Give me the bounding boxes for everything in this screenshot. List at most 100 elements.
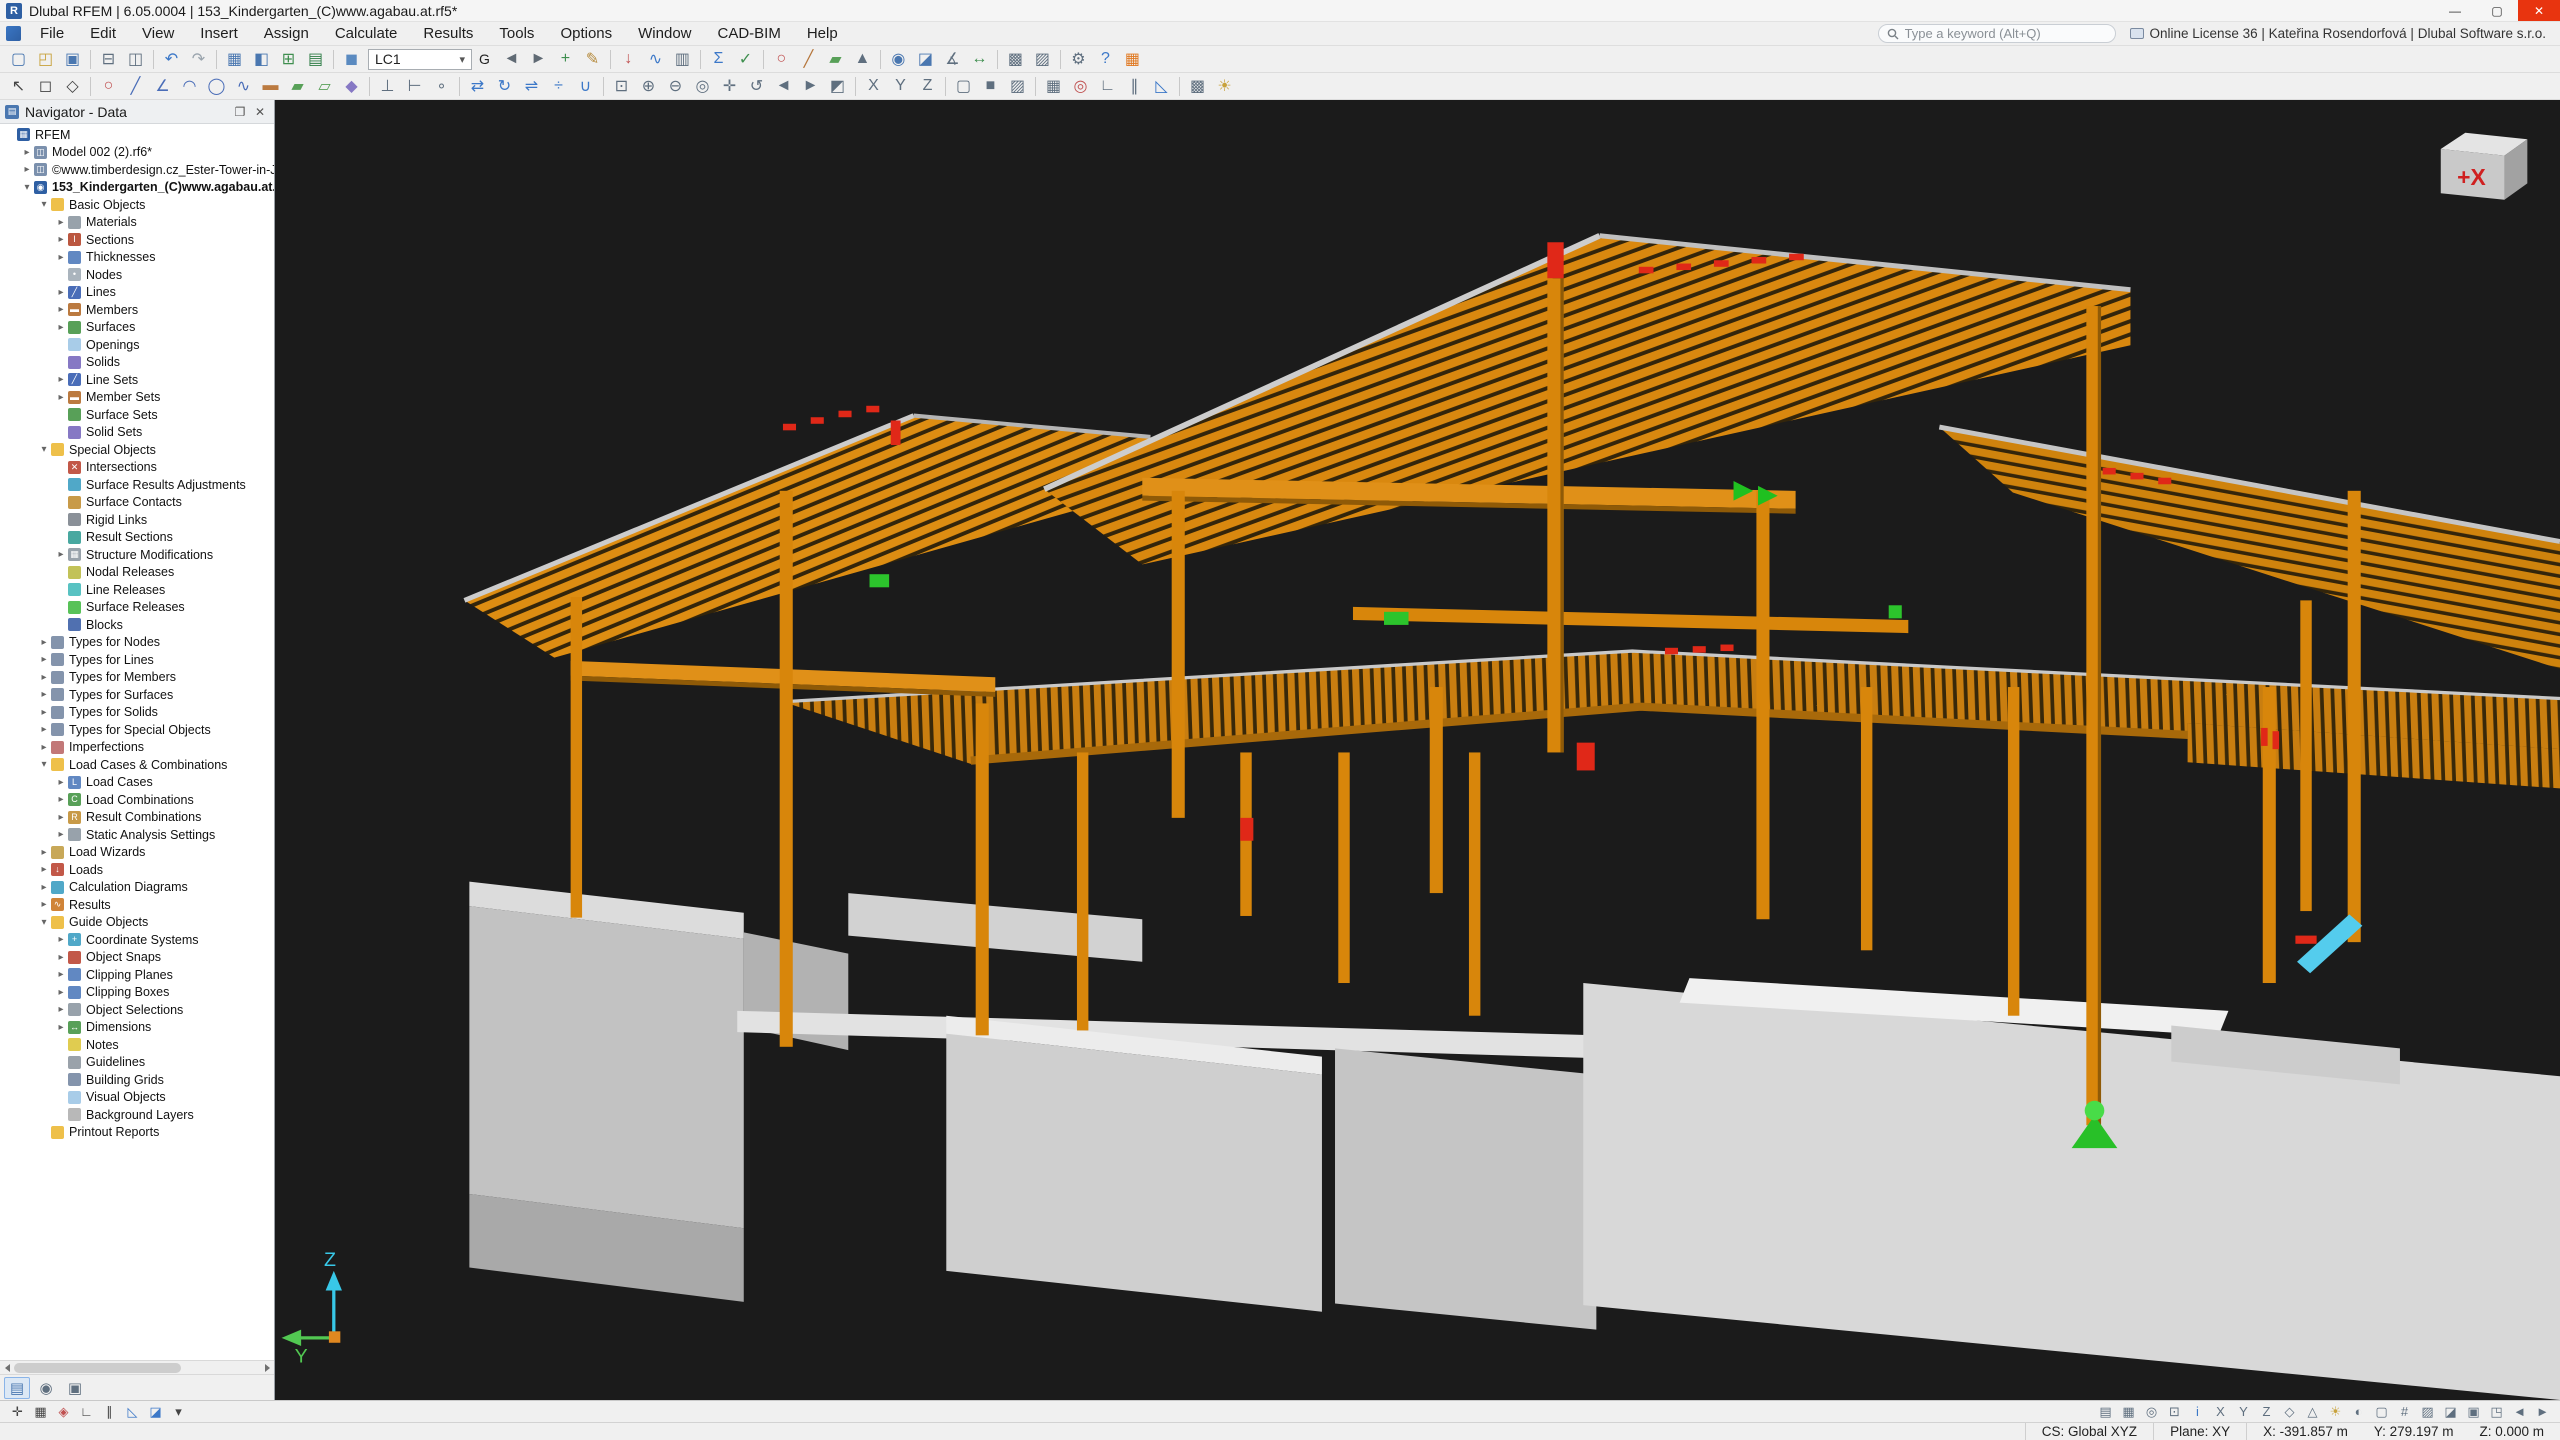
help-button[interactable]: ? bbox=[1092, 47, 1119, 71]
numbering-button[interactable]: # bbox=[2393, 1402, 2416, 1422]
tree-expand-arrow-icon[interactable]: ▸ bbox=[37, 742, 51, 753]
tree-item-solids[interactable]: Solids bbox=[0, 354, 274, 372]
draw-solid-button[interactable]: ◆ bbox=[338, 74, 365, 98]
tree-item-www-timberdesign-cz-ester-tower-in-jeru[interactable]: ▸◫ ©www.timberdesign.cz_Ester-Tower-in-Je… bbox=[0, 161, 274, 179]
tree-expand-arrow-icon[interactable]: ▸ bbox=[37, 707, 51, 718]
menu-options[interactable]: Options bbox=[547, 22, 625, 45]
next-view-button[interactable]: ► bbox=[797, 74, 824, 98]
tree-item-coordinate-systems[interactable]: ▸ + Coordinate Systems bbox=[0, 931, 274, 949]
tree-expand-arrow-icon[interactable]: ▸ bbox=[54, 934, 68, 945]
draw-node-button[interactable]: ○ bbox=[95, 74, 122, 98]
select-special-button[interactable]: ◇ bbox=[59, 74, 86, 98]
tree-item-notes[interactable]: Notes bbox=[0, 1036, 274, 1054]
menu-results[interactable]: Results bbox=[410, 22, 486, 45]
isometric-button[interactable]: ◇ bbox=[2278, 1402, 2301, 1422]
tree-item-types-for-nodes[interactable]: ▸ Types for Nodes bbox=[0, 634, 274, 652]
mirror-button[interactable]: ⇌ bbox=[518, 74, 545, 98]
zoom-out-button[interactable]: ⊖ bbox=[662, 74, 689, 98]
tree-item-surface-releases[interactable]: Surface Releases bbox=[0, 599, 274, 617]
tree-collapse-arrow-icon[interactable]: ▾ bbox=[37, 759, 51, 770]
move-handle-icon[interactable]: ✛ bbox=[6, 1402, 29, 1422]
result-table-button[interactable]: ▥ bbox=[669, 47, 696, 71]
save-model-button[interactable]: ▣ bbox=[59, 47, 86, 71]
tree-item-visual-objects[interactable]: Visual Objects bbox=[0, 1089, 274, 1107]
redo-button[interactable]: ↷ bbox=[185, 47, 212, 71]
isometric-view-button[interactable]: ◩ bbox=[824, 74, 851, 98]
tree-expand-arrow-icon[interactable]: ▸ bbox=[37, 724, 51, 735]
clip-box-button[interactable]: ◪ bbox=[2439, 1402, 2462, 1422]
mesh-button[interactable]: ▩ bbox=[1002, 47, 1029, 71]
tree-expand-arrow-icon[interactable]: ▸ bbox=[20, 164, 34, 175]
clipping-button[interactable]: ◪ bbox=[912, 47, 939, 71]
tree-item-guide-objects[interactable]: ▾ Guide Objects bbox=[0, 914, 274, 932]
tree-expand-arrow-icon[interactable]: ▸ bbox=[54, 217, 68, 228]
tree-item-member-sets[interactable]: ▸ ▬ Member Sets bbox=[0, 389, 274, 407]
tree-item-load-wizards[interactable]: ▸ Load Wizards bbox=[0, 844, 274, 862]
insert-support-button[interactable]: ▲ bbox=[849, 47, 876, 71]
dimension-button[interactable]: ↔ bbox=[966, 47, 993, 71]
transparent-display-button[interactable]: ▨ bbox=[1004, 74, 1031, 98]
view-y-button[interactable]: Y bbox=[2232, 1402, 2255, 1422]
draw-line-button[interactable]: ╱ bbox=[122, 74, 149, 98]
maximize-button[interactable]: ▢ bbox=[2476, 0, 2518, 21]
draw-spline-button[interactable]: ∿ bbox=[230, 74, 257, 98]
transparency-button[interactable]: ▨ bbox=[2416, 1402, 2439, 1422]
rfem-menu-icon[interactable] bbox=[6, 26, 21, 41]
tree-expand-arrow-icon[interactable]: ▸ bbox=[54, 952, 68, 963]
navigator-tab-data[interactable]: ▤ bbox=[4, 1376, 30, 1399]
draw-polyline-button[interactable]: ∠ bbox=[149, 74, 176, 98]
tree-item-lines[interactable]: ▸ ╱ Lines bbox=[0, 284, 274, 302]
connect-members-button[interactable]: ∪ bbox=[572, 74, 599, 98]
tree-expand-arrow-icon[interactable]: ▸ bbox=[37, 864, 51, 875]
menu-file[interactable]: File bbox=[27, 22, 77, 45]
search-box[interactable] bbox=[1877, 24, 2116, 43]
new-load-case-button[interactable]: + bbox=[552, 47, 579, 71]
shadow-button[interactable]: ◐ bbox=[2347, 1402, 2370, 1422]
tree-expand-arrow-icon[interactable]: ▸ bbox=[37, 689, 51, 700]
previous-button[interactable]: ◄ bbox=[2508, 1402, 2531, 1422]
scrollbar-thumb[interactable] bbox=[14, 1363, 182, 1373]
dlubal-addons-button[interactable]: ▦ bbox=[1119, 47, 1146, 71]
table-input-button[interactable]: ⊞ bbox=[275, 47, 302, 71]
tree-expand-arrow-icon[interactable]: ▸ bbox=[54, 794, 68, 805]
minimize-button[interactable]: — bbox=[2434, 0, 2476, 21]
screenshot-button[interactable]: ▣ bbox=[2462, 1402, 2485, 1422]
draw-arc-button[interactable]: ◠ bbox=[176, 74, 203, 98]
settings-button[interactable]: ⚙ bbox=[1065, 47, 1092, 71]
edit-load-cases-button[interactable]: ✎ bbox=[579, 47, 606, 71]
navigator-hscrollbar[interactable] bbox=[0, 1360, 274, 1374]
member-hinge-button[interactable]: ∘ bbox=[428, 74, 455, 98]
rotate-view-button[interactable]: ↺ bbox=[743, 74, 770, 98]
tree-expand-arrow-icon[interactable]: ▸ bbox=[54, 549, 68, 560]
tree-expand-arrow-icon[interactable]: ▸ bbox=[37, 882, 51, 893]
tree-expand-arrow-icon[interactable]: ▸ bbox=[20, 147, 34, 158]
snap-toggle-button[interactable]: ◎ bbox=[1067, 74, 1094, 98]
tree-expand-arrow-icon[interactable]: ▸ bbox=[37, 637, 51, 648]
tree-item-background-layers[interactable]: Background Layers bbox=[0, 1106, 274, 1124]
tree-item-building-grids[interactable]: Building Grids bbox=[0, 1071, 274, 1089]
object-info-button[interactable]: i bbox=[2186, 1402, 2209, 1422]
mini-tables-button[interactable]: ▦ bbox=[2117, 1402, 2140, 1422]
tree-collapse-arrow-icon[interactable]: ▾ bbox=[37, 444, 51, 455]
snap-options-dropdown[interactable]: ▾ bbox=[167, 1402, 190, 1422]
tree-item-rfem[interactable]: ▦ RFEM bbox=[0, 126, 274, 144]
measure-button[interactable]: ∡ bbox=[939, 47, 966, 71]
tree-expand-arrow-icon[interactable]: ▸ bbox=[54, 777, 68, 788]
tree-item-line-releases[interactable]: Line Releases bbox=[0, 581, 274, 599]
draw-circle-button[interactable]: ◯ bbox=[203, 74, 230, 98]
tree-item-types-for-special-objects[interactable]: ▸ Types for Special Objects bbox=[0, 721, 274, 739]
rotate-button[interactable]: ↻ bbox=[491, 74, 518, 98]
tree-item-model-002-2-rf6[interactable]: ▸ ◫ Model 002 (2).rf6* bbox=[0, 144, 274, 162]
view-in-y-button[interactable]: Y bbox=[887, 74, 914, 98]
copy-button[interactable]: ◫ bbox=[122, 47, 149, 71]
nodal-support-button[interactable]: ⊥ bbox=[374, 74, 401, 98]
tree-item-load-cases-combinations[interactable]: ▾ Load Cases & Combinations bbox=[0, 756, 274, 774]
plausibility-check-button[interactable]: ✓ bbox=[732, 47, 759, 71]
mesh-settings-button[interactable]: ▨ bbox=[1029, 47, 1056, 71]
tree-item-dimensions[interactable]: ▸ ↔ Dimensions bbox=[0, 1019, 274, 1037]
tree-expand-arrow-icon[interactable]: ▸ bbox=[54, 969, 68, 980]
tree-item-structure-modifications[interactable]: ▸ ▦ Structure Modifications bbox=[0, 546, 274, 564]
zoom-all-button[interactable]: ◎ bbox=[689, 74, 716, 98]
tree-item-load-cases[interactable]: ▸ L Load Cases bbox=[0, 774, 274, 792]
divide-button[interactable]: ÷ bbox=[545, 74, 572, 98]
